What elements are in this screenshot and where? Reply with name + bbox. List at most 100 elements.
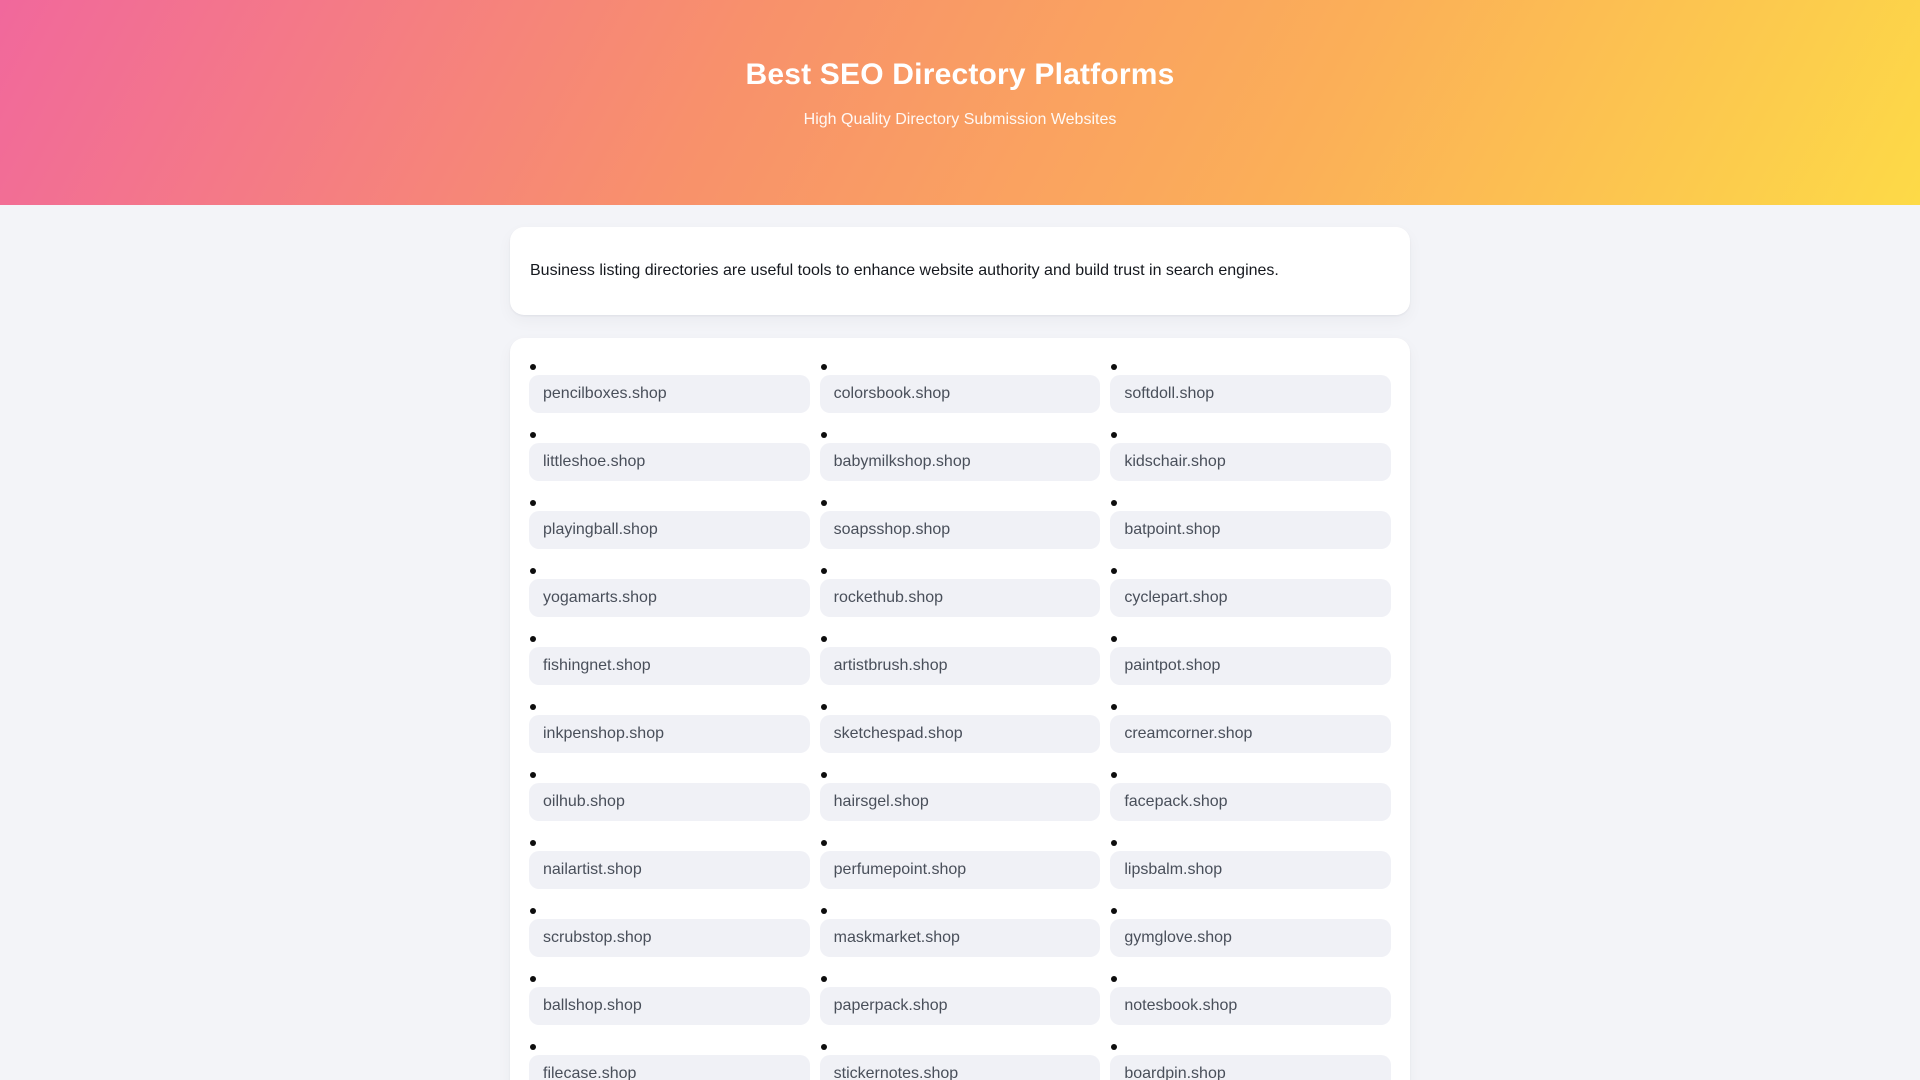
domain-name: creamcorner.shop <box>1124 725 1253 742</box>
list-item: inkpenshop.shop <box>529 704 810 753</box>
bullet-icon <box>1111 772 1118 778</box>
bullet-icon <box>530 1044 536 1050</box>
bullet-icon <box>530 840 536 846</box>
list-item: hairsgel.shop <box>819 772 1101 821</box>
domain-name: facepack.shop <box>1124 793 1228 810</box>
domain-name: boardpin.shop <box>1124 1065 1226 1080</box>
bullet-icon <box>1111 840 1118 846</box>
bullet-icon <box>530 772 536 778</box>
domain-pill: paintpot.shop <box>1110 647 1391 685</box>
list-item: artistbrush.shop <box>819 636 1101 685</box>
page-subtitle: High Quality Directory Submission Websit… <box>803 111 1117 128</box>
domain-pill: nailartist.shop <box>529 851 810 889</box>
directory-list-card: pencilboxes.shop colorsbook.shop softdol… <box>510 338 1410 1080</box>
main-content: Business listing directories are useful … <box>510 227 1410 1080</box>
list-item: kidschair.shop <box>1110 432 1391 481</box>
bullet-icon <box>1111 908 1118 914</box>
domain-pill: ballshop.shop <box>529 987 810 1025</box>
domain-pill: creamcorner.shop <box>1110 715 1391 753</box>
domain-pill: rockethub.shop <box>819 579 1101 617</box>
domain-name: softdoll.shop <box>1124 385 1215 402</box>
domain-pill: boardpin.shop <box>1110 1055 1391 1080</box>
list-item: filecase.shop <box>529 1044 810 1080</box>
domain-pill: inkpenshop.shop <box>529 715 810 753</box>
domain-pill: maskmarket.shop <box>819 919 1101 957</box>
domain-name: inkpenshop.shop <box>543 725 664 742</box>
list-item: yogamarts.shop <box>529 568 810 617</box>
domain-name: cyclepart.shop <box>1124 589 1228 606</box>
bullet-icon <box>820 636 827 642</box>
domain-pill: hairsgel.shop <box>819 783 1101 821</box>
domain-pill: cyclepart.shop <box>1110 579 1391 617</box>
domain-name: pencilboxes.shop <box>543 385 667 402</box>
domain-name: colorsbook.shop <box>833 385 951 402</box>
domain-pill: batpoint.shop <box>1110 511 1391 549</box>
bullet-icon <box>530 976 536 982</box>
list-item: fishingnet.shop <box>529 636 810 685</box>
bullet-icon <box>820 432 827 438</box>
domain-name: fishingnet.shop <box>543 657 651 674</box>
list-item: rockethub.shop <box>819 568 1101 617</box>
list-item: softdoll.shop <box>1110 364 1391 413</box>
domain-pill: oilhub.shop <box>529 783 810 821</box>
list-item: ballshop.shop <box>529 976 810 1025</box>
domain-name: gymglove.shop <box>1124 929 1232 946</box>
list-item: colorsbook.shop <box>819 364 1101 413</box>
domain-pill: filecase.shop <box>529 1055 810 1080</box>
bullet-icon <box>1111 500 1118 506</box>
domain-name: perfumepoint.shop <box>833 861 967 878</box>
list-item: perfumepoint.shop <box>819 840 1101 889</box>
bullet-icon <box>820 1044 827 1050</box>
list-item: gymglove.shop <box>1110 908 1391 957</box>
domain-pill: lipsbalm.shop <box>1110 851 1391 889</box>
domain-pill: paperpack.shop <box>819 987 1101 1025</box>
bullet-icon <box>820 840 827 846</box>
domain-pill: babymilkshop.shop <box>819 443 1101 481</box>
bullet-icon <box>530 364 536 370</box>
list-item: sketchespad.shop <box>819 704 1101 753</box>
bullet-icon <box>820 976 827 982</box>
domain-pill: scrubstop.shop <box>529 919 810 957</box>
list-item: boardpin.shop <box>1110 1044 1391 1080</box>
domain-name: nailartist.shop <box>543 861 642 878</box>
bullet-icon <box>820 772 827 778</box>
bullet-icon <box>530 500 536 506</box>
domain-pill: artistbrush.shop <box>819 647 1101 685</box>
domain-pill: softdoll.shop <box>1110 375 1391 413</box>
list-item: pencilboxes.shop <box>529 364 810 413</box>
list-item: playingball.shop <box>529 500 810 549</box>
domain-pill: playingball.shop <box>529 511 810 549</box>
bullet-icon <box>1111 976 1118 982</box>
domain-pill: kidschair.shop <box>1110 443 1391 481</box>
domain-name: lipsbalm.shop <box>1124 861 1223 878</box>
list-item: facepack.shop <box>1110 772 1391 821</box>
domain-name: sketchespad.shop <box>833 725 963 742</box>
bullet-icon <box>530 908 536 914</box>
list-item: soapsshop.shop <box>819 500 1101 549</box>
intro-text: Business listing directories are useful … <box>530 262 1279 279</box>
domain-name: soapsshop.shop <box>833 521 951 538</box>
list-item: notesbook.shop <box>1110 976 1391 1025</box>
bullet-icon <box>820 704 827 710</box>
domain-name: paperpack.shop <box>833 997 948 1014</box>
domain-name: rockethub.shop <box>833 589 944 606</box>
domain-pill: perfumepoint.shop <box>819 851 1101 889</box>
domain-pill: stickernotes.shop <box>819 1055 1101 1080</box>
domain-name: kidschair.shop <box>1124 453 1226 470</box>
domain-pill: colorsbook.shop <box>819 375 1101 413</box>
domain-name: babymilkshop.shop <box>833 453 971 470</box>
domain-name: maskmarket.shop <box>833 929 960 946</box>
bullet-icon <box>1111 432 1118 438</box>
domain-pill: yogamarts.shop <box>529 579 810 617</box>
list-item: littleshoe.shop <box>529 432 810 481</box>
list-item: batpoint.shop <box>1110 500 1391 549</box>
bullet-icon <box>530 568 536 574</box>
domain-name: ballshop.shop <box>543 997 642 1014</box>
bullet-icon <box>820 364 827 370</box>
bullet-icon <box>530 432 536 438</box>
list-item: maskmarket.shop <box>819 908 1101 957</box>
bullet-icon <box>1111 636 1118 642</box>
domain-name: playingball.shop <box>543 521 658 538</box>
list-item: paintpot.shop <box>1110 636 1391 685</box>
domain-name: yogamarts.shop <box>543 589 657 606</box>
